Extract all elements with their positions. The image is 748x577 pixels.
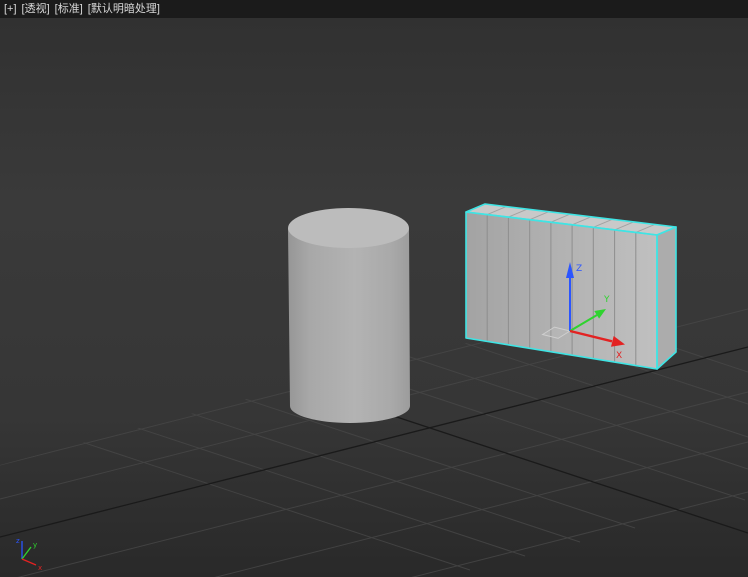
world-axis-z-label: z	[16, 537, 20, 545]
viewport-menu-general[interactable]: [+]	[4, 0, 17, 18]
gizmo-x-label: X	[616, 351, 622, 361]
box-right-face	[657, 227, 676, 369]
world-axis-y-label: y	[33, 541, 37, 549]
cylinder-object[interactable]	[288, 208, 410, 423]
viewport-menu-shading[interactable]: [默认明暗处理]	[88, 0, 160, 18]
gizmo-z-label: Z	[576, 264, 582, 274]
viewport-canvas[interactable]: Z Y X z y x	[0, 0, 748, 577]
viewport: [+] [透视] [标准] [默认明暗处理] Z Y X z y x	[0, 0, 748, 577]
viewport-label-bar: [+] [透视] [标准] [默认明暗处理]	[0, 0, 748, 18]
viewport-menu-pov[interactable]: [透视]	[22, 0, 50, 18]
world-axis-x-label: x	[38, 564, 42, 572]
cylinder-body	[288, 228, 410, 423]
gizmo-y-label: Y	[603, 295, 610, 305]
viewport-menu-standard[interactable]: [标准]	[55, 0, 83, 18]
cylinder-top-cap	[288, 208, 409, 248]
